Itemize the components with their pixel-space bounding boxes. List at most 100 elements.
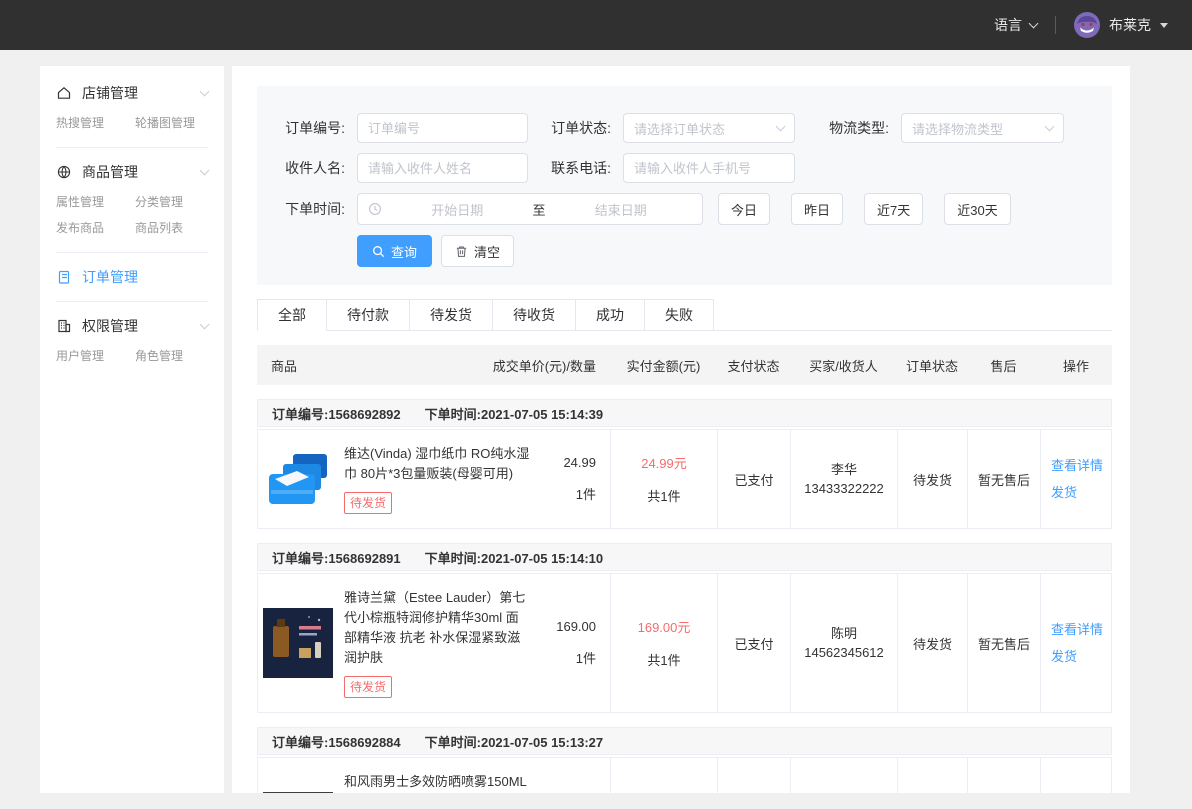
quick-yesterday-button[interactable]: 昨日: [791, 193, 843, 225]
sidebar-item-roles[interactable]: 角色管理: [135, 343, 214, 369]
sidebar-item-categories[interactable]: 分类管理: [135, 189, 214, 215]
sidebar-item-attributes[interactable]: 属性管理: [56, 189, 135, 215]
sidebar-item-label: 订单管理: [82, 267, 138, 287]
language-label: 语言: [994, 15, 1022, 35]
building-icon: [56, 318, 72, 334]
tab-pending-receipt[interactable]: 待收货: [493, 299, 576, 331]
home-icon: [56, 85, 72, 101]
search-icon: [372, 245, 385, 258]
caret-down-icon: [1160, 23, 1168, 28]
buyer-name: 陈明: [831, 624, 857, 643]
pay-status: 已支付: [718, 430, 791, 528]
unit-price: 169.00: [530, 619, 596, 634]
order-time: 下单时间:2021-07-05 15:14:10: [425, 548, 603, 567]
logistics-type-select[interactable]: 请选择物流类型: [901, 113, 1064, 143]
sidebar-group-label: 店铺管理: [82, 83, 138, 103]
sidebar-group-goods[interactable]: 商品管理: [40, 157, 224, 187]
contact-phone-input[interactable]: [623, 153, 795, 183]
order-icon: [56, 269, 72, 285]
view-detail-link[interactable]: 查看详情: [1051, 457, 1103, 475]
chevron-down-icon: [200, 320, 210, 330]
search-button[interactable]: 查询: [357, 235, 432, 267]
buyer-phone: 14562345612: [804, 643, 884, 662]
avatar: [1074, 12, 1100, 38]
order-status: 待发货: [898, 574, 968, 712]
clock-icon: [368, 202, 382, 216]
ship-link[interactable]: 发货: [1051, 484, 1077, 502]
sidebar-divider: [56, 301, 208, 302]
chevron-down-icon: [1029, 19, 1039, 29]
sidebar: 店铺管理 热搜管理 轮播图管理 商品管理 属性管理 分类管理 发布商品 商品列表: [40, 66, 224, 793]
col-buyer: 买家/收货人: [790, 356, 897, 375]
order-block: 订单编号:1568692884 下单时间:2021-07-05 15:13:27: [257, 727, 1112, 793]
chevron-down-icon: [200, 166, 210, 176]
sidebar-item-carousel[interactable]: 轮播图管理: [135, 110, 214, 136]
language-dropdown[interactable]: 语言: [994, 15, 1037, 35]
ship-link[interactable]: 发货: [1051, 648, 1077, 666]
quick-today-button[interactable]: 今日: [718, 193, 770, 225]
chevron-down-icon: [776, 122, 786, 132]
sidebar-submenu-goods: 属性管理 分类管理 发布商品 商品列表: [40, 187, 224, 243]
col-actions: 操作: [1040, 356, 1112, 375]
tab-failed[interactable]: 失败: [645, 299, 714, 331]
sidebar-item-users[interactable]: 用户管理: [56, 343, 135, 369]
tab-all[interactable]: 全部: [257, 299, 327, 331]
username: 布莱克: [1109, 15, 1151, 35]
main-content: 订单编号: 订单状态: 请选择订单状态 物流类型: 请选择物流类型: [232, 66, 1130, 793]
unit-price: 24.99: [530, 455, 596, 470]
date-range-picker[interactable]: 开始日期 至 结束日期: [357, 193, 703, 225]
sidebar-submenu-shop: 热搜管理 轮播图管理: [40, 108, 224, 138]
order-header: 订单编号:1568692884 下单时间:2021-07-05 15:13:27: [257, 727, 1112, 755]
goods-icon: [56, 164, 72, 180]
order-status-tabs: 全部 待付款 待发货 待收货 成功 失败: [257, 299, 1112, 331]
status-badge: 待发货: [344, 676, 392, 698]
order-no-input[interactable]: [357, 113, 528, 143]
sidebar-group-shop[interactable]: 店铺管理: [40, 78, 224, 108]
sidebar-item-goods-list[interactable]: 商品列表: [135, 215, 214, 241]
orders-table-header: 商品 成交单价(元)/数量 实付金额(元) 支付状态 买家/收货人 订单状态 售…: [257, 345, 1112, 385]
sidebar-group-label: 商品管理: [82, 162, 138, 182]
col-order-status: 订单状态: [897, 356, 967, 375]
order-status-select[interactable]: 请选择订单状态: [623, 113, 795, 143]
order-block: 订单编号:1568692892 下单时间:2021-07-05 15:14:39: [257, 399, 1112, 529]
product-image: [263, 792, 333, 793]
receiver-name-input[interactable]: [357, 153, 528, 183]
paid-quantity: 共1件: [647, 650, 680, 669]
sidebar-group-label: 权限管理: [82, 316, 138, 336]
sidebar-divider: [56, 147, 208, 148]
order-time: 下单时间:2021-07-05 15:14:39: [425, 404, 603, 423]
contact-phone-label: 联系电话:: [543, 158, 611, 178]
view-detail-link[interactable]: 查看详情: [1051, 621, 1103, 639]
after-sale-status: 暂无售后: [968, 430, 1041, 528]
sidebar-group-permission[interactable]: 权限管理: [40, 311, 224, 341]
status-badge: 待发货: [344, 492, 392, 514]
clear-button[interactable]: 清空: [441, 235, 514, 267]
product-title: 和风雨男士多效防晒喷雾150ML SPF50 PA+++ 学生军训防黑防晒乳 户…: [344, 772, 530, 793]
tab-pending-shipment[interactable]: 待发货: [410, 299, 493, 331]
sidebar-item-orders[interactable]: 订单管理: [40, 262, 224, 292]
sidebar-item-publish-goods[interactable]: 发布商品: [56, 215, 135, 241]
tab-pending-payment[interactable]: 待付款: [327, 299, 410, 331]
topbar: 语言 布莱克: [0, 0, 1192, 50]
tab-success[interactable]: 成功: [576, 299, 645, 331]
order-time: 下单时间:2021-07-05 15:13:27: [425, 732, 603, 751]
col-price-qty: 成交单价(元)/数量: [493, 356, 596, 375]
table-row: 和风雨男士多效防晒喷雾150ML SPF50 PA+++ 学生军训防黑防晒乳 户…: [257, 757, 1112, 793]
sidebar-item-hot-search[interactable]: 热搜管理: [56, 110, 135, 136]
table-row: 雅诗兰黛（Estee Lauder）第七代小棕瓶特润修护精华30ml 面部精华液…: [257, 573, 1112, 713]
user-menu[interactable]: 布莱克: [1074, 12, 1168, 38]
quick-7days-button[interactable]: 近7天: [864, 193, 923, 225]
chevron-down-icon: [1045, 122, 1055, 132]
pay-status: 已支付: [718, 574, 791, 712]
paid-quantity: 共1件: [647, 486, 680, 505]
sidebar-submenu-permission: 用户管理 角色管理: [40, 341, 224, 371]
trash-icon: [455, 245, 468, 258]
col-after-sale: 售后: [967, 356, 1040, 375]
product-title: 雅诗兰黛（Estee Lauder）第七代小棕瓶特润修护精华30ml 面部精华液…: [344, 588, 530, 668]
range-separator: 至: [529, 200, 550, 219]
quick-30days-button[interactable]: 近30天: [944, 193, 1010, 225]
buyer-phone: 13433322222: [804, 479, 884, 498]
order-status: 待发货: [898, 758, 968, 793]
order-no-label: 订单编号:: [277, 118, 345, 138]
filter-panel: 订单编号: 订单状态: 请选择订单状态 物流类型: 请选择物流类型: [257, 86, 1112, 285]
